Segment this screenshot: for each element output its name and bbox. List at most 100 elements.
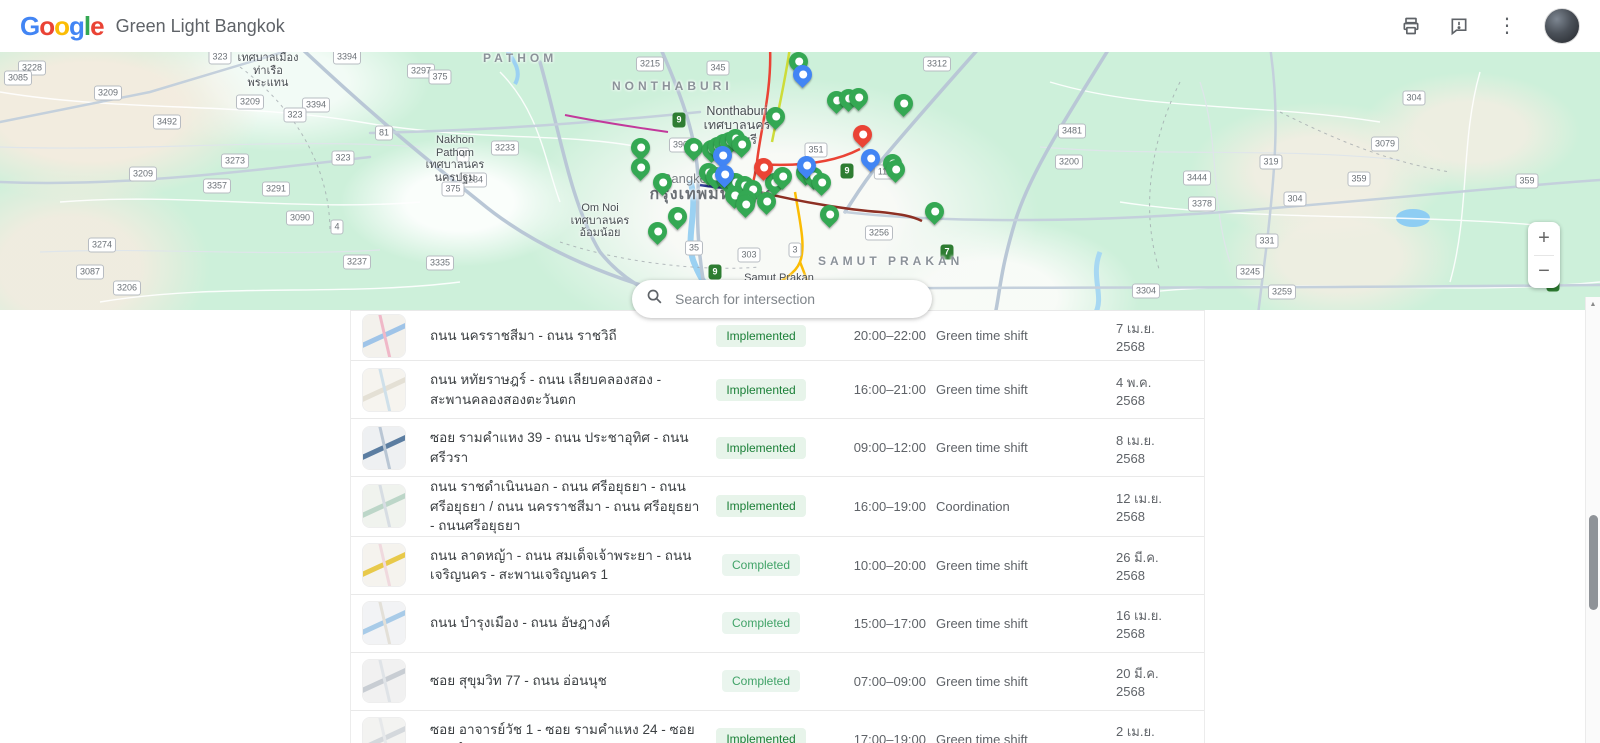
route-shield: 359 <box>1347 172 1370 187</box>
time-range: 16:00–21:00 <box>854 382 926 397</box>
route-shield: 323 <box>208 52 231 65</box>
route-shield: 81 <box>375 126 393 141</box>
print-icon[interactable] <box>1400 15 1422 37</box>
map-place-label: เทศบาลเมือง ท่าเรือ พระแทน <box>238 52 299 90</box>
measure-type: Green time shift <box>926 558 1116 573</box>
time-range: 10:00–20:00 <box>854 558 926 573</box>
route-shield: 3233 <box>491 141 519 156</box>
scrollbar-thumb[interactable] <box>1589 515 1598 610</box>
motorway-shield: 9 <box>672 113 685 128</box>
table-row[interactable]: ซอย รามคำแหง 39 - ถนน ประชาอุทิศ - ถนน ศ… <box>351 419 1204 477</box>
status-badge: Implemented <box>716 325 805 347</box>
route-shield: 319 <box>1259 155 1282 170</box>
table-row[interactable]: ถนน บำรุงเมือง - ถนน อัษฎางค์ Completed … <box>351 595 1204 653</box>
route-shield: 3444 <box>1183 171 1211 186</box>
user-avatar[interactable] <box>1544 8 1580 44</box>
scroll-up-arrow[interactable]: ▲ <box>1586 297 1600 311</box>
status-badge: Completed <box>722 670 800 692</box>
route-shield: 3256 <box>865 226 893 241</box>
date: 4 พ.ค. 2568 <box>1116 372 1193 408</box>
route-shield: 3335 <box>426 256 454 271</box>
route-shield: 304 <box>1402 91 1425 106</box>
route-shield: 3215 <box>636 57 664 72</box>
intersection-thumbnail <box>362 717 406 743</box>
search-bar <box>632 280 932 318</box>
date: 16 เม.ย. 2568 <box>1116 605 1193 641</box>
status-badge: Implemented <box>716 495 805 517</box>
route-shield: 359 <box>1515 174 1538 189</box>
route-shield: 331 <box>1255 234 1278 249</box>
google-logo-letter: o <box>39 11 54 42</box>
zoom-in-button[interactable]: + <box>1528 222 1560 255</box>
route-shield: 3209 <box>129 167 157 182</box>
table-row[interactable]: ซอย สุขุมวิท 77 - ถนน อ่อนนุช Completed … <box>351 653 1204 711</box>
intersection-thumbnail <box>362 484 406 528</box>
measure-type: Green time shift <box>926 382 1116 397</box>
google-logo[interactable]: Google <box>20 11 104 42</box>
intersection-table: ถนน นครราชสีมา - ถนน ราชวิถี Implemented… <box>350 310 1205 743</box>
table-row[interactable]: ถนน ลาดหญ้า - ถนน สมเด็จเจ้าพระยา - ถนน … <box>351 537 1204 595</box>
route-shield: 3090 <box>286 211 314 226</box>
date: 20 มี.ค. 2568 <box>1116 663 1193 699</box>
search-icon <box>646 288 663 310</box>
route-shield: 3357 <box>203 179 231 194</box>
google-logo-letter: e <box>90 11 103 42</box>
route-shield: 4 <box>330 220 343 235</box>
intersection-name: ถนน นครราชสีมา - ถนน ราชวิถี <box>430 326 706 346</box>
route-shield: 304 <box>1283 192 1306 207</box>
table-row[interactable]: ถนน ราชดำเนินนอก - ถนน ศรีอยุธยา - ถนนศร… <box>351 477 1204 537</box>
map-place-label: NONTHABURI <box>612 80 733 94</box>
route-shield: 3209 <box>94 86 122 101</box>
measure-type: Coordination <box>926 499 1116 514</box>
intersection-name: ถนน บำรุงเมือง - ถนน อัษฎางค์ <box>430 613 706 633</box>
map-zoom-control: + − <box>1528 222 1560 288</box>
intersection-thumbnail <box>362 314 406 358</box>
table-row[interactable]: ถนน หทัยราษฎร์ - ถนน เลียบคลองสอง - สะพา… <box>351 361 1204 419</box>
intersection-name: ถนน ลาดหญ้า - ถนน สมเด็จเจ้าพระยา - ถนน … <box>430 546 706 585</box>
route-shield: 35 <box>685 241 703 256</box>
map-place-label: Om Noi เทศบาลนคร อ้อมน้อย <box>571 202 630 240</box>
date: 12 เม.ย. 2568 <box>1116 488 1193 524</box>
measure-type: Green time shift <box>926 440 1116 455</box>
table-row[interactable]: ซอย อาจารย์วัช 1 - ซอย รามคำแหง 24 - ซอย… <box>351 711 1204 743</box>
route-shield: 3259 <box>1268 285 1296 300</box>
route-shield: 3237 <box>343 255 371 270</box>
app-header: Google Green Light Bangkok ⋮ <box>0 0 1600 52</box>
measure-type: Green time shift <box>926 616 1116 631</box>
table-row[interactable]: ถนน นครราชสีมา - ถนน ราชวิถี Implemented… <box>351 311 1204 361</box>
route-shield: 3087 <box>76 265 104 280</box>
route-shield: 3209 <box>236 95 264 110</box>
more-options-icon[interactable]: ⋮ <box>1496 15 1518 37</box>
route-shield: 3291 <box>262 182 290 197</box>
feedback-icon[interactable] <box>1448 15 1470 37</box>
zoom-out-button[interactable]: − <box>1528 256 1560 289</box>
intersection-thumbnail <box>362 368 406 412</box>
status-badge: Implemented <box>716 379 805 401</box>
date: 26 มี.ค. 2568 <box>1116 547 1193 583</box>
page-title: Green Light Bangkok <box>116 16 285 37</box>
route-shield: 3274 <box>88 238 116 253</box>
green-light-bangkok-app: Google Green Light Bangkok ⋮ <box>0 0 1600 743</box>
intersection-thumbnail <box>362 426 406 470</box>
motorway-shield: 9 <box>840 164 853 179</box>
intersection-thumbnail <box>362 659 406 703</box>
map-place-label: SAMUT PRAKAN <box>818 255 963 269</box>
header-actions: ⋮ <box>1400 8 1580 44</box>
page-scrollbar[interactable]: ▲ <box>1585 297 1600 743</box>
time-range: 16:00–19:00 <box>854 499 926 514</box>
route-shield: 323 <box>283 108 306 123</box>
bangkok-map[interactable]: PATHOMNONTHABURISAMUT PRAKANเทศบาลเมือง … <box>0 52 1600 310</box>
google-logo-letter: G <box>20 11 39 42</box>
route-shield: 3085 <box>4 71 32 86</box>
intersection-name: ซอย สุขุมวิท 77 - ถนน อ่อนนุช <box>430 671 706 691</box>
route-shield: 3312 <box>923 57 951 72</box>
intersection-name: ซอย รามคำแหง 39 - ถนน ประชาอุทิศ - ถนน ศ… <box>430 428 706 467</box>
google-logo-letter: o <box>54 11 69 42</box>
search-input[interactable] <box>673 290 918 308</box>
intersection-thumbnail <box>362 601 406 645</box>
time-range: 07:00–09:00 <box>854 674 926 689</box>
route-shield: 3 <box>788 243 801 258</box>
route-shield: 3200 <box>1055 155 1083 170</box>
date: 7 เม.ย. 2568 <box>1116 318 1193 354</box>
time-range: 17:00–19:00 <box>854 732 926 743</box>
